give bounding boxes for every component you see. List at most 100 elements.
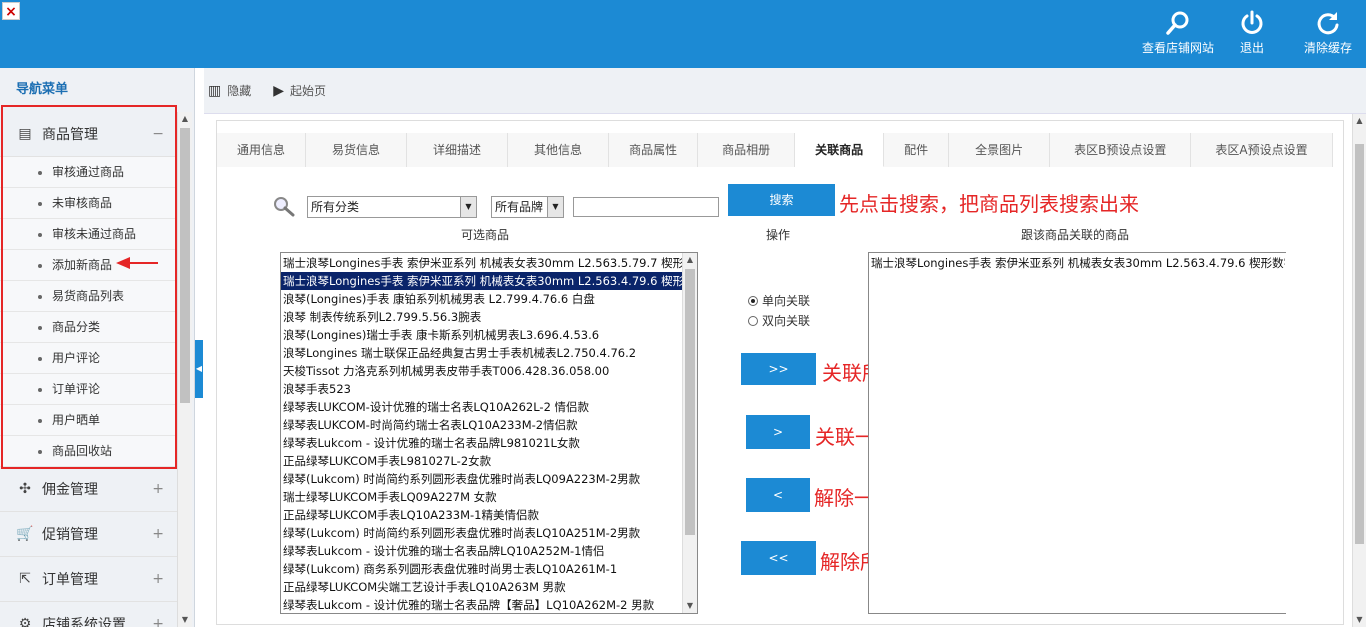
list-item[interactable]: 瑞士浪琴Longines手表 索伊米亚系列 机械表女表30mm L2.563.5… [281, 254, 682, 272]
tab-general[interactable]: 通用信息 [217, 133, 307, 167]
list-item[interactable]: 绿琴表LUKCOM-设计优雅的瑞士名表LQ10A262L-2 情侣款 [281, 398, 682, 416]
list-item[interactable]: 浪琴(Longines)手表 康铂系列机械男表 L2.799.4.76.6 白盘 [281, 290, 682, 308]
expand-icon[interactable]: + [152, 526, 164, 542]
available-column-label: 可选商品 [460, 228, 509, 242]
list-item[interactable]: 天梭Tissot 力洛克系列机械男表皮带手表T006.428.36.058.00 [281, 362, 682, 380]
brand-select-value: 所有品牌 [495, 200, 544, 214]
logout-label: 退出 [1239, 41, 1264, 55]
scroll-down-icon[interactable]: ▼ [178, 613, 192, 627]
power-icon [1241, 10, 1263, 34]
tab-panorama[interactable]: 全景图片 [949, 133, 1051, 167]
play-icon: ▶ [273, 82, 285, 99]
list-item[interactable]: 瑞士浪琴Longines手表 索伊米亚系列 机械表女表30mm L2.563.4… [869, 254, 1285, 272]
scroll-thumb[interactable] [685, 269, 695, 535]
list-item[interactable]: 绿琴(Lukcom) 时尚简约系列圆形表盘优雅时尚表LQ10A251M-2男款 [281, 524, 682, 542]
search-icon [274, 197, 295, 217]
group-orders[interactable]: ⇱ 订单管理 + [0, 557, 178, 602]
home-page-button[interactable]: ▶ 起始页 [273, 82, 326, 99]
tab-description[interactable]: 详细描述 [407, 133, 509, 167]
tab-attributes[interactable]: 商品属性 [609, 133, 699, 167]
chevron-down-icon: ▼ [547, 197, 563, 217]
brand-select[interactable]: 所有品牌 ▼ [491, 196, 564, 218]
keyword-input[interactable] [573, 197, 719, 217]
view-store-label: 查看店铺网站 [1141, 41, 1214, 55]
sidebar-scrollbar[interactable]: ▲ ▼ [177, 112, 192, 627]
main-scrollbar[interactable]: ▲ ▼ [1352, 114, 1366, 627]
top-bar: × 查看店铺网站 退出 清除缓存 [0, 0, 1366, 68]
linked-column-label: 跟该商品关联的商品 [1020, 228, 1129, 242]
list-item[interactable]: 瑞士浪琴Longines手表 索伊米亚系列 机械表女表30mm L2.563.4… [281, 272, 682, 290]
group-label: 佣金管理 [42, 482, 98, 498]
scroll-down-icon[interactable]: ▼ [683, 599, 697, 613]
view-store-button[interactable]: 查看店铺网站 [1138, 8, 1218, 60]
hide-label: 隐藏 [227, 84, 252, 98]
scroll-up-icon[interactable]: ▲ [683, 253, 697, 267]
logout-button[interactable]: 退出 [1212, 8, 1292, 60]
category-select[interactable]: 所有分类 ▼ [307, 196, 477, 218]
tab-other[interactable]: 其他信息 [508, 133, 610, 167]
operation-column-label: 操作 [765, 228, 790, 242]
scroll-thumb[interactable] [1355, 144, 1364, 544]
toolbar: ▥ 隐藏 ▶ 起始页 [204, 68, 1366, 114]
radio-unchecked-icon [748, 315, 758, 326]
tab-related-products[interactable]: 关联商品 [795, 133, 885, 167]
cart-icon: 🛒 [16, 526, 34, 542]
highlight-box [1, 105, 177, 469]
expand-icon[interactable]: + [152, 481, 164, 497]
tab-gallery[interactable]: 商品相册 [698, 133, 796, 167]
hide-button[interactable]: ▥ 隐藏 [208, 82, 251, 99]
list-item[interactable]: 绿琴表LUKCOM-时尚简约瑞士名表LQ10A233M-2情侣款 [281, 416, 682, 434]
list-item[interactable]: 绿琴表Lukcom - 设计优雅的瑞士名表品牌L981021L女款 [281, 434, 682, 452]
scroll-up-icon[interactable]: ▲ [1353, 114, 1366, 128]
tab-barter[interactable]: 易货信息 [306, 133, 408, 167]
gears-icon: ⚙ [18, 616, 32, 627]
two-way-radio[interactable]: 双向关联 [748, 312, 810, 329]
list-item[interactable]: 绿琴表Lukcom - 设计优雅的瑞士名表品牌LQ10A252M-1情侣 [281, 542, 682, 560]
list-item[interactable]: 浪琴 制表传统系列L2.799.5.56.3腕表 [281, 308, 682, 326]
list-item[interactable]: 绿琴(Lukcom) 商务系列圆形表盘优雅时尚男士表LQ10A261M-1 [281, 560, 682, 578]
chevron-down-icon: ▼ [460, 197, 476, 217]
sidebar-collapse-handle[interactable]: ◀ [195, 340, 203, 398]
tab-zone-b[interactable]: 表区B预设点设置 [1050, 133, 1192, 167]
clear-cache-label: 清除缓存 [1303, 41, 1352, 55]
unlink-all-button[interactable]: << [741, 541, 816, 575]
category-select-value: 所有分类 [311, 200, 360, 214]
annotation-search: 先点击搜索，把商品列表搜索出来 [839, 192, 1139, 216]
list-item[interactable]: 正品绿琴LUKCOM尖端工艺设计手表LQ10A263M 男款 [281, 578, 682, 596]
tab-zone-a[interactable]: 表区A预设点设置 [1191, 133, 1333, 167]
list-item[interactable]: 正品绿琴LUKCOM手表L981027L-2女款 [281, 452, 682, 470]
two-way-label: 双向关联 [762, 314, 811, 328]
list-scrollbar[interactable]: ▲ ▼ [682, 253, 697, 613]
clear-cache-button[interactable]: 清除缓存 [1288, 8, 1366, 60]
scroll-down-icon[interactable]: ▼ [1353, 613, 1366, 627]
scroll-up-icon[interactable]: ▲ [178, 112, 192, 126]
search-button[interactable]: 搜索 [728, 184, 835, 216]
one-way-label: 单向关联 [762, 294, 811, 308]
linked-products-list[interactable]: 瑞士浪琴Longines手表 索伊米亚系列 机械表女表30mm L2.563.4… [868, 252, 1286, 614]
list-item[interactable]: 浪琴手表523 [281, 380, 682, 398]
group-label: 订单管理 [42, 572, 98, 588]
link-one-button[interactable]: > [746, 415, 810, 449]
list-item[interactable]: 绿琴表Lukcom - 设计优雅的瑞士名表品牌【奢品】LQ10A262M-2 男… [281, 596, 682, 613]
unlink-one-button[interactable]: < [746, 478, 810, 512]
group-commission[interactable]: ✣ 佣金管理 + [0, 467, 178, 512]
list-item[interactable]: 浪琴(Longines)瑞士手表 康卡斯系列机械男表L3.696.4.53.6 [281, 326, 682, 344]
columns-icon: ▥ [208, 82, 222, 99]
expand-icon[interactable]: + [152, 616, 164, 627]
list-item[interactable]: 瑞士绿琴LUKCOM手表LQ09A227M 女款 [281, 488, 682, 506]
search-icon [1166, 11, 1189, 35]
radio-checked-icon [748, 295, 758, 306]
available-products-list[interactable]: 瑞士浪琴Longines手表 索伊米亚系列 机械表女表30mm L2.563.5… [280, 252, 698, 614]
home-label: 起始页 [290, 84, 327, 98]
list-item[interactable]: 绿琴(Lukcom) 时尚简约系列圆形表盘优雅时尚表LQ09A223M-2男款 [281, 470, 682, 488]
group-promotion[interactable]: 🛒 促销管理 + [0, 512, 178, 557]
one-way-radio[interactable]: 单向关联 [748, 292, 810, 309]
list-item[interactable]: 正品绿琴LUKCOM手表LQ10A233M-1精美情侣款 [281, 506, 682, 524]
link-all-button[interactable]: >> [741, 353, 816, 385]
scroll-thumb[interactable] [180, 128, 190, 403]
group-store-settings[interactable]: ⚙ 店铺系统设置 + [0, 602, 178, 627]
expand-icon[interactable]: + [152, 571, 164, 587]
list-item[interactable]: 浪琴Longines 瑞士联保正品经典复古男士手表机械表L2.750.4.76.… [281, 344, 682, 362]
tab-accessories[interactable]: 配件 [884, 133, 950, 167]
close-icon[interactable]: × [2, 2, 20, 20]
